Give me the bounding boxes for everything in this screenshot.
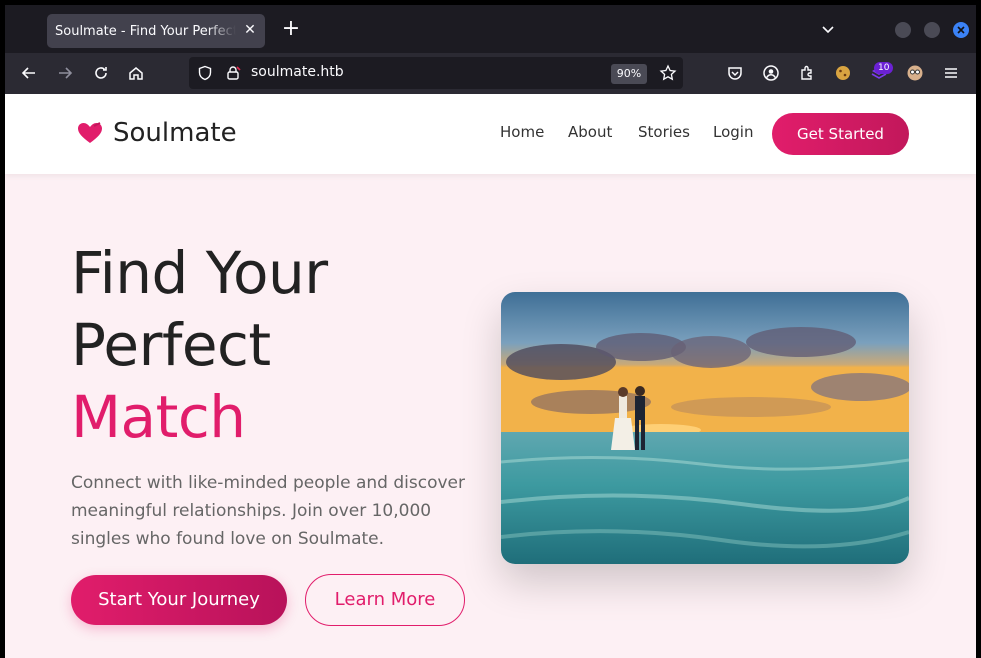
start-journey-button[interactable]: Start Your Journey xyxy=(71,575,287,625)
extension-badge: 10 xyxy=(874,62,894,74)
new-tab-icon[interactable]: + xyxy=(281,18,301,40)
hero-section: Find Your Perfect Match Connect with lik… xyxy=(5,174,976,658)
extensions-icon[interactable] xyxy=(798,64,816,82)
nav-link-login[interactable]: Login xyxy=(713,123,753,141)
account-icon[interactable] xyxy=(762,64,780,82)
minimize-button[interactable] xyxy=(895,22,911,38)
site-header: Soulmate Home About Stories Login Get St… xyxy=(5,94,976,174)
brand-logo[interactable]: Soulmate xyxy=(77,118,237,148)
brand-name: Soulmate xyxy=(113,118,237,148)
lock-icon[interactable] xyxy=(225,65,241,81)
chevron-down-icon[interactable] xyxy=(820,21,836,37)
extension-avatar-icon[interactable] xyxy=(906,64,924,82)
reload-icon[interactable] xyxy=(92,64,110,82)
url-text[interactable]: soulmate.htb xyxy=(251,64,344,80)
hero-image-couple-beach xyxy=(501,292,909,564)
menu-icon[interactable] xyxy=(942,64,960,82)
close-window-button[interactable] xyxy=(953,22,969,38)
url-bar[interactable]: soulmate.htb 90% xyxy=(189,57,683,89)
nav-link-about[interactable]: About xyxy=(568,123,612,141)
web-page: Soulmate Home About Stories Login Get St… xyxy=(5,94,976,658)
pocket-icon[interactable] xyxy=(726,64,744,82)
tab-active[interactable]: Soulmate - Find Your Perfect Match ✕ xyxy=(47,14,265,48)
hero-description: Connect with like-minded people and disc… xyxy=(71,473,465,549)
hero-title-accent: Match xyxy=(71,383,246,451)
back-icon[interactable] xyxy=(20,64,38,82)
maximize-button[interactable] xyxy=(924,22,940,38)
nav-link-home[interactable]: Home xyxy=(500,123,544,141)
extension-cookie-icon[interactable] xyxy=(834,64,852,82)
browser-window: Soulmate - Find Your Perfect Match ✕ + s… xyxy=(5,5,976,658)
tab-strip: Soulmate - Find Your Perfect Match ✕ + xyxy=(5,5,976,53)
get-started-button[interactable]: Get Started xyxy=(772,113,909,155)
hero-title-line1: Find Your xyxy=(71,239,328,307)
zoom-indicator[interactable]: 90% xyxy=(611,64,647,84)
tab-close-icon[interactable]: ✕ xyxy=(241,21,259,39)
hero-title-line2: Perfect xyxy=(71,311,271,379)
navigation-toolbar: soulmate.htb 90% 10 xyxy=(5,53,976,94)
forward-icon[interactable] xyxy=(56,64,74,82)
heart-icon xyxy=(78,122,102,143)
nav-link-stories[interactable]: Stories xyxy=(638,123,690,141)
learn-more-button[interactable]: Learn More xyxy=(305,574,465,626)
home-icon[interactable] xyxy=(127,64,145,82)
shield-icon[interactable] xyxy=(197,65,213,81)
star-icon[interactable] xyxy=(659,64,677,82)
